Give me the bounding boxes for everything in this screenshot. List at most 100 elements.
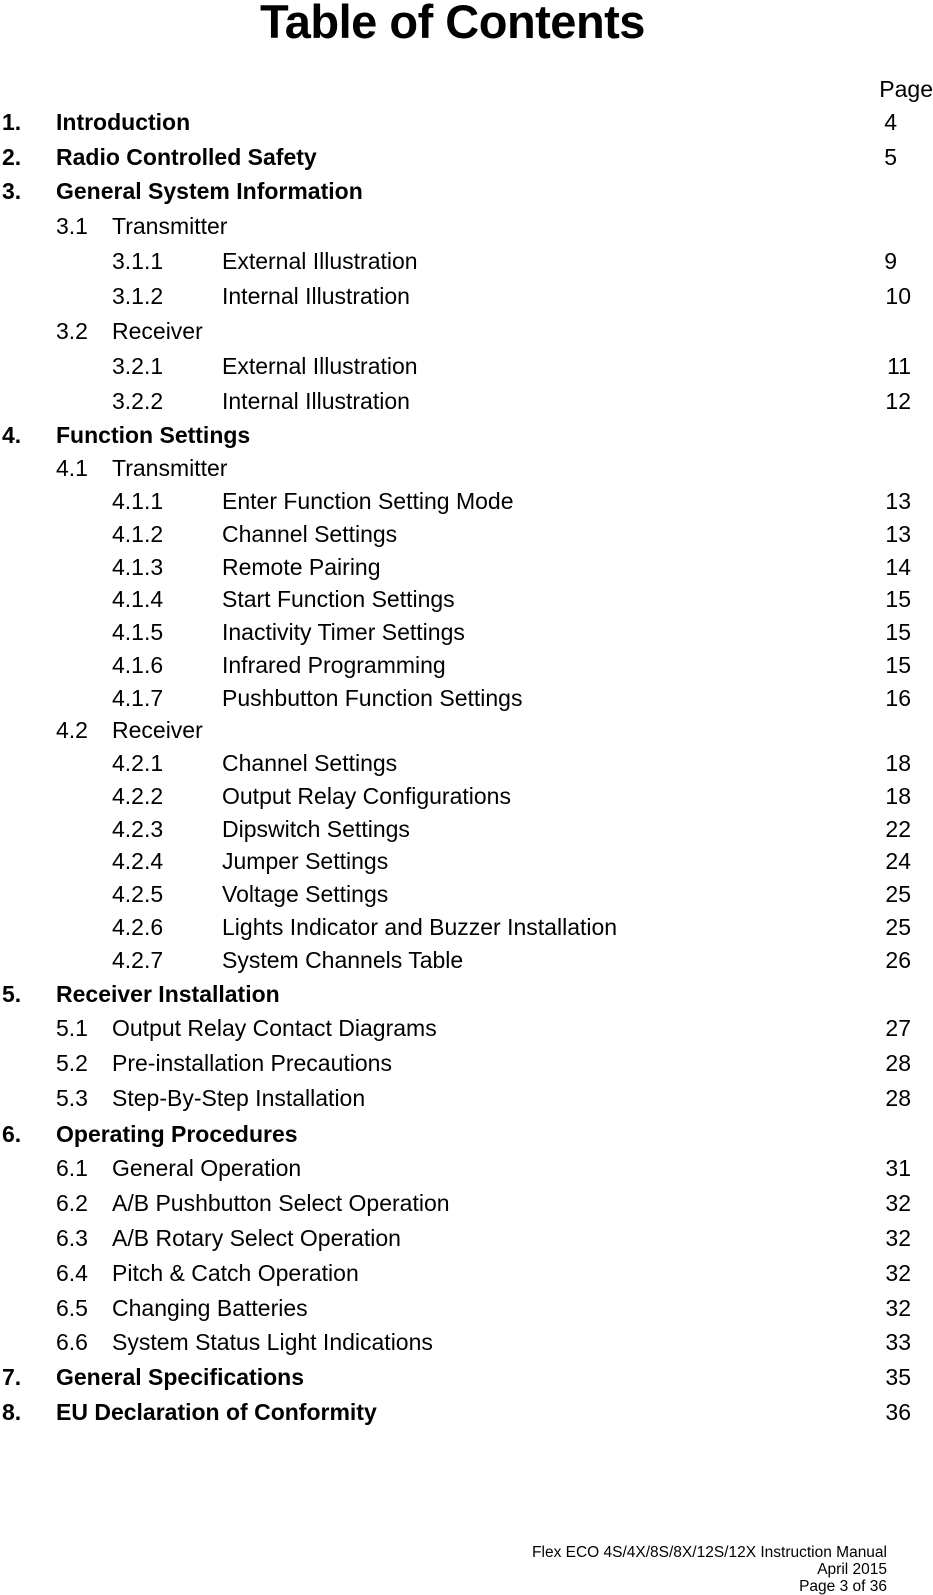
toc-entry-title: Transmitter bbox=[112, 213, 228, 239]
toc-entry-number: 5. bbox=[2, 981, 22, 1007]
toc-entry-number: 4.2.4 bbox=[112, 848, 164, 874]
toc-entry-number: 3.2.2 bbox=[112, 388, 164, 414]
toc-entry-page: 26 bbox=[885, 947, 911, 973]
toc-entry[interactable]: 6.3 A/B Rotary Select Operation 32 bbox=[0, 1221, 933, 1255]
toc-entry[interactable]: 7. General Specifications 35 bbox=[0, 1360, 933, 1394]
toc-entry-page: 31 bbox=[885, 1155, 911, 1181]
toc-entry-page: 24 bbox=[885, 848, 911, 874]
toc-entry-title: Receiver bbox=[112, 318, 203, 344]
toc-entry-number: 6.5 bbox=[56, 1295, 88, 1321]
toc-entry-title: Inactivity Timer Settings bbox=[222, 619, 465, 645]
toc-entry-title: Channel Settings bbox=[222, 521, 398, 547]
toc-entry[interactable]: 3.2 Receiver bbox=[0, 314, 933, 348]
toc-entry[interactable]: 6. Operating Procedures bbox=[0, 1117, 933, 1151]
toc-entry-page: 16 bbox=[885, 685, 911, 711]
toc-entry[interactable]: 4.2.2 Output Relay Configurations 18 bbox=[0, 779, 933, 813]
toc-entry-number: 4.2.6 bbox=[112, 914, 164, 940]
toc-entry[interactable]: 4.1.6 Infrared Programming 15 bbox=[0, 648, 933, 682]
footer-page-number: Page 3 of 36 bbox=[799, 1578, 887, 1595]
toc-entry-title: Receiver Installation bbox=[56, 981, 280, 1007]
toc-entry-number: 4.1.4 bbox=[112, 586, 164, 612]
toc-entry-number: 3.1.2 bbox=[112, 283, 164, 309]
footer: Flex ECO 4S/4X/8S/8X/12S/12X Instruction… bbox=[532, 1544, 887, 1595]
toc-entry-number: 3.2 bbox=[56, 318, 88, 344]
toc-entry-page: 25 bbox=[885, 914, 911, 940]
toc-entry[interactable]: 6.5 Changing Batteries 32 bbox=[0, 1291, 933, 1325]
toc-entry-page: 18 bbox=[885, 783, 911, 809]
toc-entry-page: 25 bbox=[885, 881, 911, 907]
toc-entry[interactable]: 4.1.7 Pushbutton Function Settings 16 bbox=[0, 681, 933, 715]
toc-entry-title: Output Relay Configurations bbox=[222, 783, 511, 809]
toc-entry-title: Jumper Settings bbox=[222, 848, 389, 874]
toc-entry[interactable]: 4.1 Transmitter bbox=[0, 451, 933, 485]
toc-entry-number: 6.4 bbox=[56, 1260, 88, 1286]
toc-entry-title: System Status Light Indications bbox=[112, 1329, 433, 1355]
toc-entry[interactable]: 4.2.6 Lights Indicator and Buzzer Install… bbox=[0, 910, 933, 944]
toc-entry-page: 35 bbox=[885, 1364, 911, 1390]
toc-entry[interactable]: 4.1.2 Channel Settings 13 bbox=[0, 517, 933, 551]
toc-entry-page: 11 bbox=[887, 353, 911, 379]
toc-entry-title: Lights Indicator and Buzzer Installation bbox=[222, 914, 618, 940]
toc-entry[interactable]: 4.2.4 Jumper Settings 24 bbox=[0, 844, 933, 878]
toc-entry[interactable]: 4.1.1 Enter Function Setting Mode 13 bbox=[0, 484, 933, 518]
toc-entry[interactable]: 4.2.1 Channel Settings 18 bbox=[0, 746, 933, 780]
toc-entry-number: 2. bbox=[2, 144, 22, 170]
toc-entry[interactable]: 6.2 A/B Pushbutton Select Operation 32 bbox=[0, 1186, 933, 1220]
toc-entry-page: 15 bbox=[885, 652, 911, 678]
toc-entry[interactable]: 3.1 Transmitter bbox=[0, 209, 933, 243]
toc-entry[interactable]: 6.1 General Operation 31 bbox=[0, 1151, 933, 1185]
toc-entry[interactable]: 8. EU Declaration of Conformity 36 bbox=[0, 1395, 933, 1429]
toc-entry[interactable]: 4.1.3 Remote Pairing 14 bbox=[0, 550, 933, 584]
toc-entry[interactable]: 2. Radio Controlled Safety 5 bbox=[0, 140, 933, 174]
toc-entry[interactable]: 5. Receiver Installation bbox=[0, 977, 933, 1011]
toc-entry-title: Internal Illustration bbox=[222, 388, 410, 414]
toc-entry[interactable]: 6.6 System Status Light Indications 33 bbox=[0, 1325, 933, 1359]
toc-entry-page: 5 bbox=[884, 144, 897, 170]
page-column-header: Page bbox=[879, 76, 933, 102]
toc-entry[interactable]: 3.1.2 Internal Illustration 10 bbox=[0, 279, 933, 313]
toc-entry-title: Dipswitch Settings bbox=[222, 816, 410, 842]
toc-entry[interactable]: 6.4 Pitch & Catch Operation 32 bbox=[0, 1256, 933, 1290]
toc-entry-title: System Channels Table bbox=[222, 947, 464, 973]
footer-manual-title: Flex ECO 4S/4X/8S/8X/12S/12X Instruction… bbox=[532, 1544, 887, 1561]
toc-entry-page: 36 bbox=[885, 1399, 911, 1425]
toc-entry-page: 22 bbox=[885, 816, 911, 842]
toc-entry[interactable]: 4. Function Settings bbox=[0, 418, 933, 452]
toc-entry-number: 3.2.1 bbox=[112, 353, 164, 379]
toc-entry-number: 4.2.3 bbox=[112, 816, 164, 842]
toc-entry-page: 18 bbox=[885, 750, 911, 776]
toc-entry-title: Channel Settings bbox=[222, 750, 398, 776]
toc-entry[interactable]: 4.2.5 Voltage Settings 25 bbox=[0, 877, 933, 911]
toc-entry-title: Remote Pairing bbox=[222, 554, 381, 580]
toc-entry-page: 32 bbox=[885, 1295, 911, 1321]
toc-entry-title: General System Information bbox=[56, 178, 363, 204]
toc-entry[interactable]: 4.1.4 Start Function Settings 15 bbox=[0, 582, 933, 616]
toc-entry-number: 4.2 bbox=[56, 717, 88, 743]
toc-entry[interactable]: 1. Introduction 4 bbox=[0, 105, 933, 139]
toc-entry-page: 32 bbox=[885, 1225, 911, 1251]
toc-entry[interactable]: 3.2.1 External Illustration 11 bbox=[0, 349, 933, 383]
toc-entry[interactable]: 4.2.7 System Channels Table 26 bbox=[0, 943, 933, 977]
toc-entry-number: 5.1 bbox=[56, 1015, 88, 1041]
toc-entry-number: 3.1.1 bbox=[112, 248, 164, 274]
toc-entry[interactable]: 3.1.1 External Illustration 9 bbox=[0, 244, 933, 278]
toc-entry[interactable]: 5.2 Pre-installation Precautions 28 bbox=[0, 1046, 933, 1080]
toc-entry[interactable]: 3.2.2 Internal Illustration 12 bbox=[0, 384, 933, 418]
toc-entry-number: 4.1.7 bbox=[112, 685, 164, 711]
toc-entry-page: 12 bbox=[885, 388, 911, 414]
toc-entry-title: Pushbutton Function Settings bbox=[222, 685, 523, 711]
toc-entry-number: 6.2 bbox=[56, 1190, 88, 1216]
toc-entry[interactable]: 3. General System Information bbox=[0, 174, 933, 208]
toc-entry[interactable]: 4.2.3 Dipswitch Settings 22 bbox=[0, 812, 933, 846]
toc-entry-title: EU Declaration of Conformity bbox=[56, 1399, 377, 1425]
toc-entry-page: 33 bbox=[885, 1329, 911, 1355]
toc-entry[interactable]: 5.3 Step-By-Step Installation 28 bbox=[0, 1081, 933, 1115]
toc-entry-number: 4.1.6 bbox=[112, 652, 164, 678]
toc-entry-page: 14 bbox=[885, 554, 911, 580]
toc-entry-title: Operating Procedures bbox=[56, 1121, 298, 1147]
toc-entry-number: 4.1.1 bbox=[112, 488, 164, 514]
toc-entry[interactable]: 5.1 Output Relay Contact Diagrams 27 bbox=[0, 1011, 933, 1045]
toc-entry[interactable]: 4.2 Receiver bbox=[0, 713, 933, 747]
toc-entry[interactable]: 4.1.5 Inactivity Timer Settings 15 bbox=[0, 615, 933, 649]
toc-entry-number: 4.2.5 bbox=[112, 881, 164, 907]
